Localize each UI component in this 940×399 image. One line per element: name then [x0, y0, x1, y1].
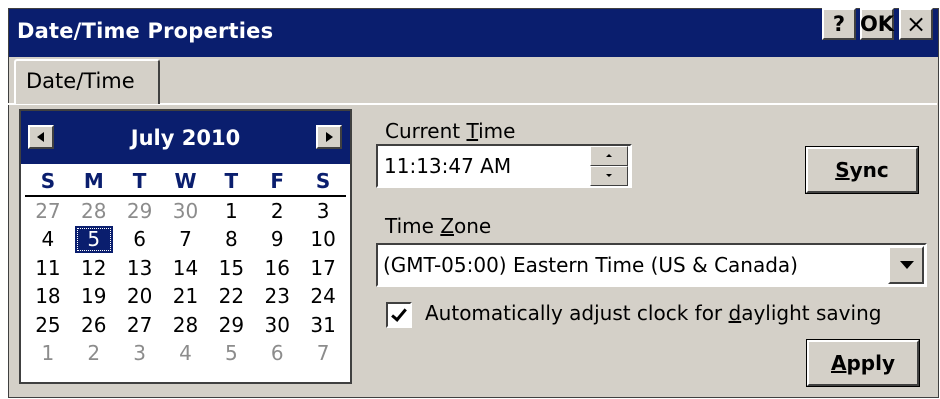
tab-date-time[interactable]: Date/Time — [14, 59, 160, 104]
weekday-header: T — [208, 168, 255, 197]
calendar-day[interactable]: 5 — [208, 339, 254, 368]
calendar-day[interactable]: 6 — [117, 225, 163, 254]
time-decrement-button[interactable] — [590, 166, 628, 186]
calendar-day[interactable]: 30 — [254, 311, 300, 340]
calendar-day[interactable]: 13 — [117, 254, 163, 283]
calendar-day[interactable]: 24 — [300, 282, 346, 311]
calendar-day[interactable]: 29 — [208, 311, 254, 340]
calendar-day[interactable]: 25 — [25, 311, 71, 340]
calendar-day[interactable]: 20 — [117, 282, 163, 311]
time-zone-label: Time Zone — [385, 214, 492, 238]
calendar-month-label[interactable]: July 2010 — [21, 126, 350, 150]
ok-button[interactable]: OK — [860, 8, 894, 40]
daylight-saving-checkbox[interactable] — [386, 302, 412, 328]
time-zone-dropdown-button[interactable] — [888, 246, 924, 284]
weekday-header: M — [70, 168, 117, 197]
calendar-header: July 2010 — [21, 111, 350, 164]
title-bar[interactable]: Date/Time Properties — [9, 9, 938, 57]
calendar-day[interactable]: 19 — [71, 282, 117, 311]
current-time-label: Current Time — [385, 119, 516, 143]
calendar-day[interactable]: 11 — [25, 254, 71, 283]
calendar-day[interactable]: 1 — [25, 339, 71, 368]
calendar-day[interactable]: 8 — [208, 225, 254, 254]
calendar-day[interactable]: 14 — [163, 254, 209, 283]
calendar-day[interactable]: 27 — [117, 311, 163, 340]
calendar-day[interactable]: 16 — [254, 254, 300, 283]
calendar-day[interactable]: 1 — [208, 197, 254, 226]
calendar-day[interactable]: 29 — [117, 197, 163, 226]
spin-up-icon — [606, 154, 612, 157]
time-increment-button[interactable] — [590, 146, 628, 166]
calendar-day[interactable]: 15 — [208, 254, 254, 283]
calendar-day[interactable]: 4 — [25, 225, 71, 254]
calendar-day[interactable]: 17 — [300, 254, 346, 283]
calendar-day[interactable]: 9 — [254, 225, 300, 254]
time-spinner[interactable] — [590, 146, 628, 186]
sync-button[interactable]: Sync — [805, 146, 919, 194]
calendar-day[interactable]: 10 — [300, 225, 346, 254]
current-time-value: 11:13:47 AM — [384, 154, 512, 178]
window-title: Date/Time Properties — [17, 19, 274, 43]
weekday-header: S — [25, 168, 71, 197]
time-zone-value: (GMT-05:00) Eastern Time (US & Canada) — [383, 253, 798, 277]
next-month-button[interactable] — [316, 125, 342, 149]
calendar-day[interactable]: 21 — [163, 282, 209, 311]
calendar-grid: S M T W T F S 27 28 29 30 1 2 3 4 5 6 7 8 9 10 11 12 13 14 15 16 17… — [25, 168, 346, 368]
calendar-day[interactable]: 12 — [71, 254, 117, 283]
weekday-header: S — [300, 168, 346, 197]
close-button[interactable]: × — [899, 8, 933, 40]
calendar-day[interactable]: 28 — [163, 311, 209, 340]
checkmark-icon — [391, 304, 407, 322]
calendar-day-selected[interactable]: 5 — [74, 226, 113, 253]
chevron-down-icon — [900, 261, 914, 269]
calendar-day[interactable]: 26 — [71, 311, 117, 340]
calendar-day[interactable]: 4 — [163, 339, 209, 368]
weekday-header: F — [254, 168, 301, 197]
arrow-right-icon — [326, 132, 333, 142]
calendar-day[interactable]: 18 — [25, 282, 71, 311]
calendar-day[interactable]: 27 — [25, 197, 71, 226]
weekday-header: W — [162, 168, 209, 197]
calendar-day[interactable]: 2 — [254, 197, 300, 226]
calendar-day[interactable]: 23 — [254, 282, 300, 311]
calendar-day[interactable]: 6 — [254, 339, 300, 368]
daylight-saving-label[interactable]: Automatically adjust clock for daylight … — [425, 301, 881, 325]
calendar-day[interactable]: 30 — [163, 197, 209, 226]
weekday-header: T — [116, 168, 163, 197]
calendar-day[interactable]: 22 — [208, 282, 254, 311]
calendar-day[interactable]: 2 — [71, 339, 117, 368]
apply-button[interactable]: Apply — [806, 339, 920, 387]
calendar-day[interactable]: 7 — [300, 339, 346, 368]
calendar-day[interactable]: 28 — [71, 197, 117, 226]
month-calendar[interactable]: July 2010 S M T W T F S 27 28 29 30 1 2 3 4 5 6 7 8 9 10 11 12… — [19, 109, 352, 384]
calendar-day[interactable]: 31 — [300, 311, 346, 340]
calendar-day[interactable]: 3 — [300, 197, 346, 226]
spin-down-icon — [606, 174, 612, 177]
time-zone-select[interactable]: (GMT-05:00) Eastern Time (US & Canada) — [376, 243, 927, 287]
calendar-day[interactable]: 3 — [117, 339, 163, 368]
help-button[interactable]: ? — [822, 8, 856, 40]
calendar-day[interactable]: 7 — [163, 225, 209, 254]
